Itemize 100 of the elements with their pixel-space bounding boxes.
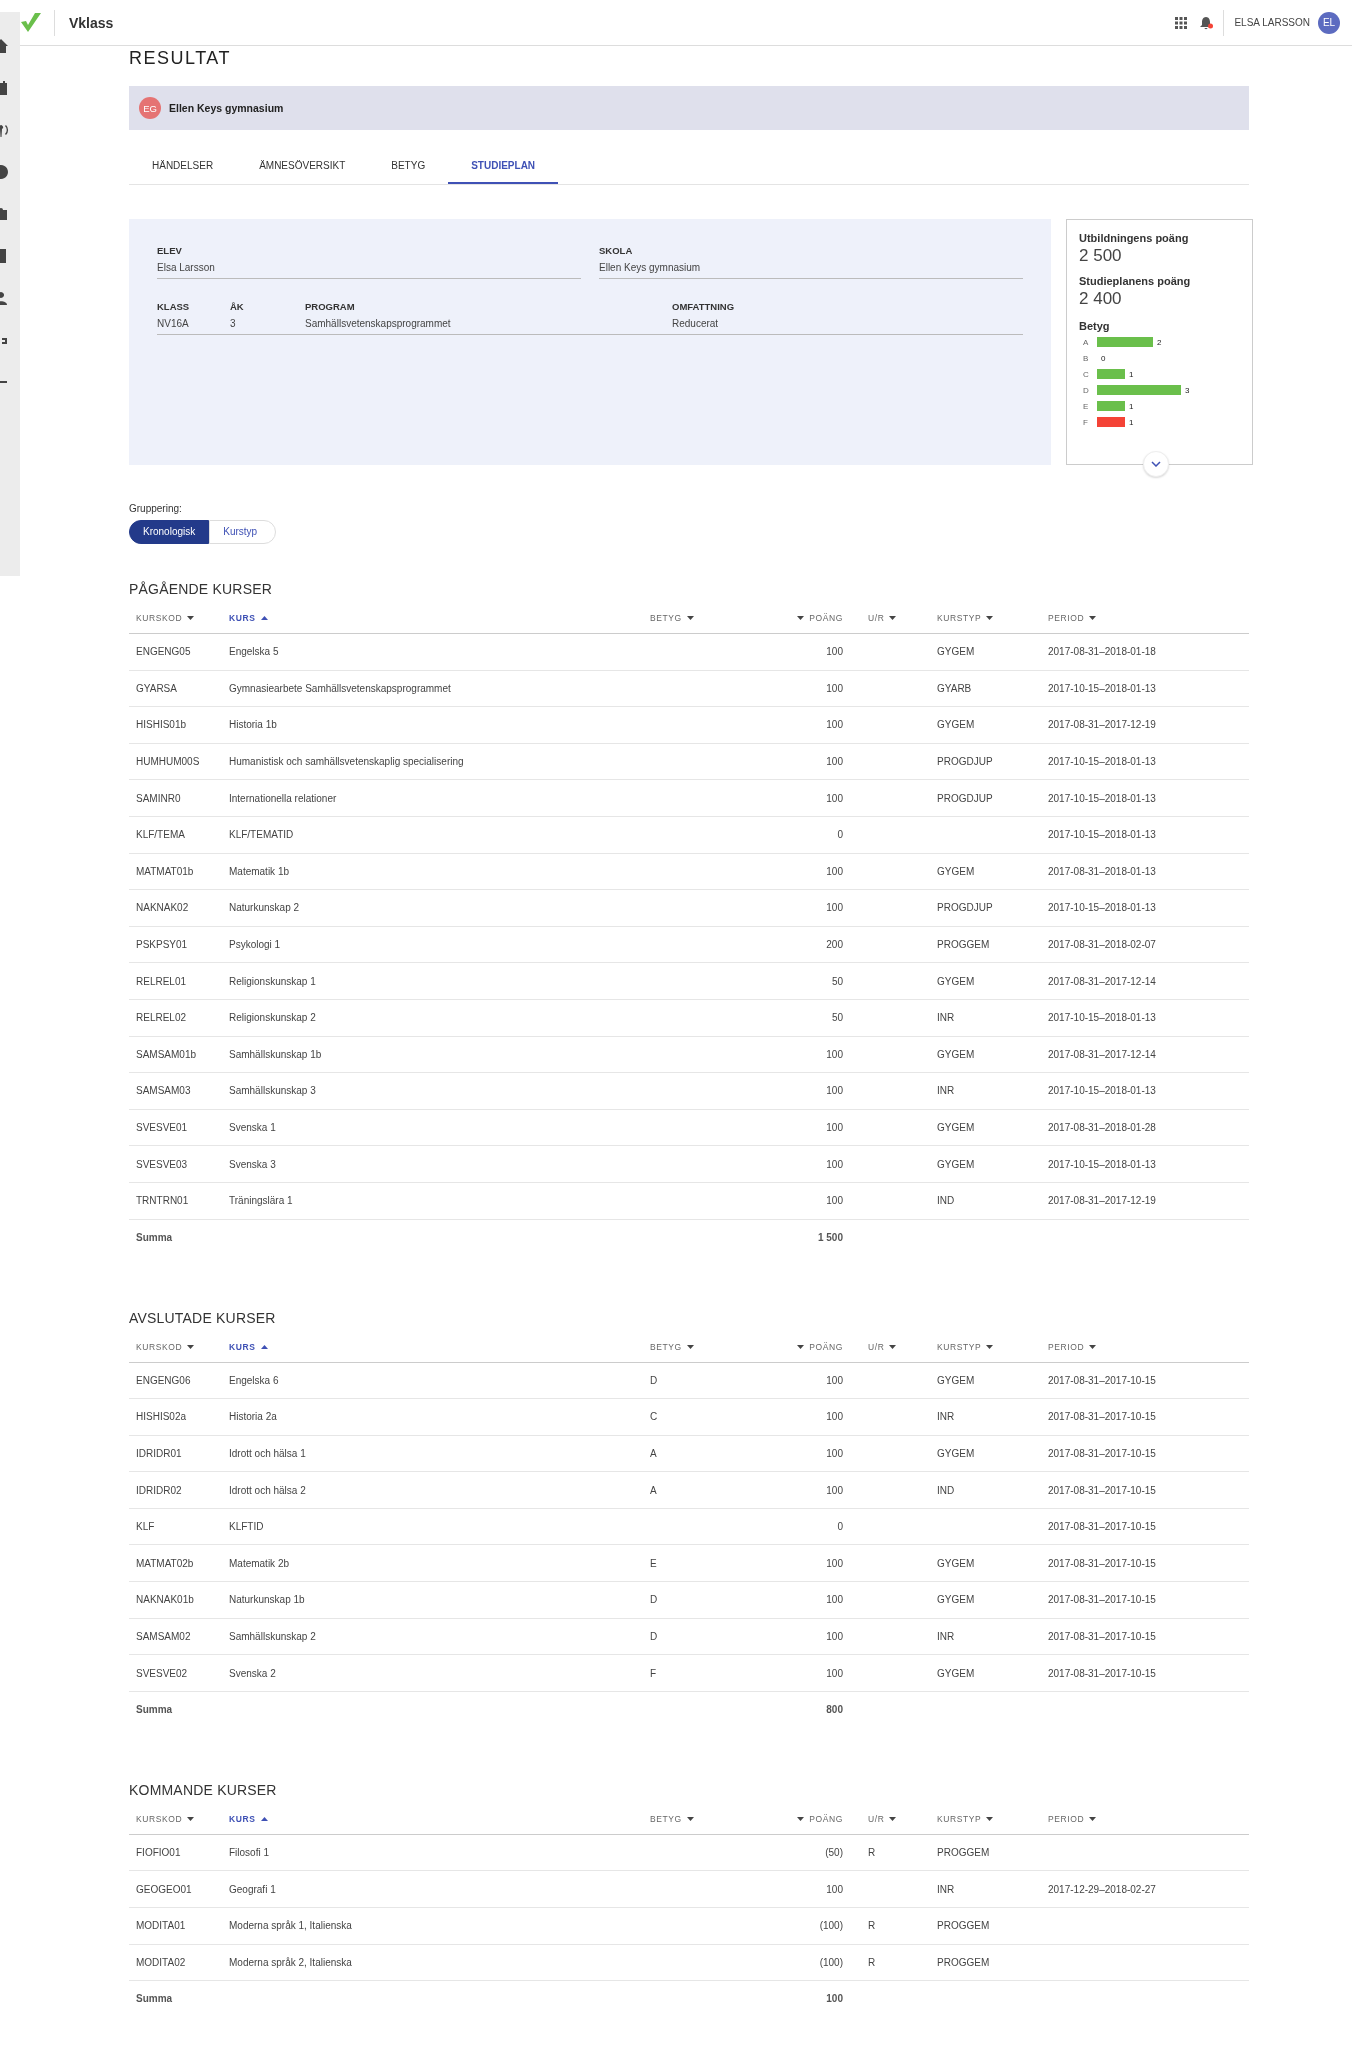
field-label: ELEV	[157, 245, 183, 256]
table-cell-text: PROGDJUP	[937, 792, 994, 804]
table-cell-text: NAKNAK01b	[136, 1594, 195, 1606]
table-cell-text: 100	[825, 865, 843, 877]
data-label: 1	[1129, 370, 1134, 379]
table-cell-text: MODITA01	[136, 1920, 187, 1932]
table-cell-text: Geografi 1	[229, 1883, 277, 1895]
data-label: 1	[1129, 418, 1134, 427]
table-cell-text: INR	[937, 1085, 956, 1097]
table-cell-text: 2017-08-31–2017-12-14	[1048, 975, 1157, 987]
column-header[interactable]: PERIOD	[1048, 1341, 1249, 1352]
column-header[interactable]: KURS	[229, 1341, 650, 1352]
table-cell-text: GYGEM	[937, 1374, 976, 1386]
grid-icon[interactable]	[1175, 16, 1188, 29]
table-cell-text: D	[650, 1630, 659, 1642]
table-cell-text: INR	[937, 1411, 956, 1423]
column-header[interactable]: POÄNG	[770, 1341, 843, 1352]
column-header[interactable]: KURSKOD	[136, 1813, 229, 1824]
table-cell-text: 100	[825, 1411, 843, 1423]
table-cell-text: IND	[937, 1484, 956, 1496]
table-cell-text: E	[650, 1557, 658, 1569]
table-cell-text: A	[650, 1484, 658, 1496]
column-header[interactable]: POÄNG	[770, 613, 843, 623]
table-cell-text: 2017-10-15–2018-01-13	[1048, 1012, 1157, 1024]
field-value: 3	[230, 318, 237, 329]
tab[interactable]: STUDIEPLAN	[448, 150, 559, 184]
column-header[interactable]: U/R	[843, 613, 937, 623]
column-header[interactable]: BETYG	[650, 613, 770, 623]
table-cell-text: (100)	[818, 1920, 843, 1932]
expand-button[interactable]	[1143, 451, 1169, 477]
table-cell-text: 100	[825, 1557, 843, 1569]
table-cell-text: KLF/TEMATID	[229, 829, 295, 841]
tab[interactable]: HÄNDELSER	[129, 150, 237, 184]
column-header[interactable]: U/R	[843, 1341, 937, 1352]
user-name[interactable]: ELSA LARSSON	[1234, 17, 1310, 28]
table-cell-text: 2017-08-31–2017-10-15	[1048, 1411, 1157, 1423]
table-cell-text: PSKPSY01	[136, 939, 189, 951]
sum-value: 800	[825, 1703, 843, 1715]
table-cell-text: 2017-08-31–2017-10-15	[1048, 1667, 1157, 1679]
table-cell-text: HISHIS01b	[136, 719, 188, 731]
column-header[interactable]: BETYG	[650, 1813, 770, 1824]
table-cell-text: Moderna språk 1, Italienska	[229, 1920, 353, 1932]
table-cell-text: ENGENG06	[136, 1374, 192, 1386]
column-header[interactable]: BETYG	[650, 1341, 770, 1352]
table-cell-text: Historia 2a	[229, 1411, 278, 1423]
table-cell-text: HISHIS02a	[136, 1411, 188, 1423]
table-cell-text: GEOGEO01	[136, 1883, 193, 1895]
axis-label: B	[1083, 354, 1089, 363]
segment-button[interactable]: Kronologisk	[129, 520, 210, 544]
table-cell-text: Idrott och hälsa 1	[229, 1448, 307, 1459]
table-cell-text: D	[650, 1374, 659, 1386]
field-value: NV16A	[157, 318, 190, 329]
column-header[interactable]: KURSKOD	[136, 1341, 229, 1352]
table-cell-text: 2017-08-31–2017-10-15	[1048, 1484, 1157, 1496]
table-cell-text: 100	[825, 682, 843, 694]
table-cell-text: GYGEM	[937, 865, 976, 877]
table-cell-text: Samhällskunskap 1b	[229, 1048, 323, 1060]
table-cell-text: NAKNAK02	[136, 902, 190, 914]
column-header[interactable]: PERIOD	[1048, 1813, 1249, 1824]
table-cell-text: SVESVE01	[136, 1122, 189, 1133]
table-cell-text: (100)	[818, 1956, 843, 1968]
column-header[interactable]: KURSKOD	[136, 613, 229, 623]
chart-title: Betyg	[1079, 320, 1111, 332]
column-header[interactable]: KURS	[229, 613, 650, 623]
table-cell-text: 2017-08-31–2018-01-18	[1048, 646, 1157, 658]
table-cell-text: 100	[825, 902, 843, 914]
column-header[interactable]: KURSTYP	[937, 613, 1048, 623]
table-cell-text: KLF	[136, 1521, 156, 1533]
segment-button[interactable]: Kurstyp	[209, 520, 277, 544]
table-cell-text: 2017-08-31–2018-02-07	[1048, 939, 1157, 951]
column-header[interactable]: KURSTYP	[937, 1341, 1048, 1352]
table-cell-text: 2017-08-31–2017-10-15	[1048, 1630, 1157, 1642]
table-cell-text: PROGGEM	[937, 1847, 991, 1859]
table-cell-text: SVESVE02	[136, 1667, 189, 1679]
table-cell-text: GYGEM	[937, 1122, 976, 1133]
tab[interactable]: BETYG	[368, 150, 449, 184]
field-value: Elsa Larsson	[157, 262, 216, 273]
column-header[interactable]: KURSTYP	[937, 1813, 1048, 1824]
school-avatar: EG	[139, 97, 161, 119]
table-cell-text: 2017-08-31–2017-10-15	[1048, 1557, 1157, 1569]
table-cell-text: MATMAT02b	[136, 1557, 195, 1569]
bell-icon[interactable]	[1199, 15, 1214, 30]
field-label: SKOLA	[599, 245, 634, 256]
bar	[1097, 337, 1153, 347]
axis-label: E	[1083, 402, 1089, 411]
table-cell-text: SVESVE03	[136, 1158, 189, 1170]
table-cell-text: 0	[836, 829, 843, 841]
column-header[interactable]: U/R	[843, 1813, 937, 1824]
column-header[interactable]: PERIOD	[1048, 613, 1249, 623]
grouping-label: Gruppering:	[129, 503, 183, 514]
table-cell-text: 2017-10-15–2018-01-13	[1048, 1085, 1157, 1097]
table-cell-text: 100	[825, 1883, 843, 1895]
table-cell-text: PROGGEM	[937, 939, 991, 951]
stat-value: 2 500	[1079, 246, 1123, 266]
user-avatar[interactable]: EL	[1318, 11, 1340, 34]
table-cell-text: FIOFIO01	[136, 1847, 182, 1859]
table-cell-text: 2017-08-31–2017-10-15	[1048, 1374, 1157, 1386]
column-header[interactable]: POÄNG	[770, 1813, 843, 1824]
tab[interactable]: ÄMNESÖVERSIKT	[236, 150, 369, 184]
column-header[interactable]: KURS	[229, 1813, 650, 1824]
